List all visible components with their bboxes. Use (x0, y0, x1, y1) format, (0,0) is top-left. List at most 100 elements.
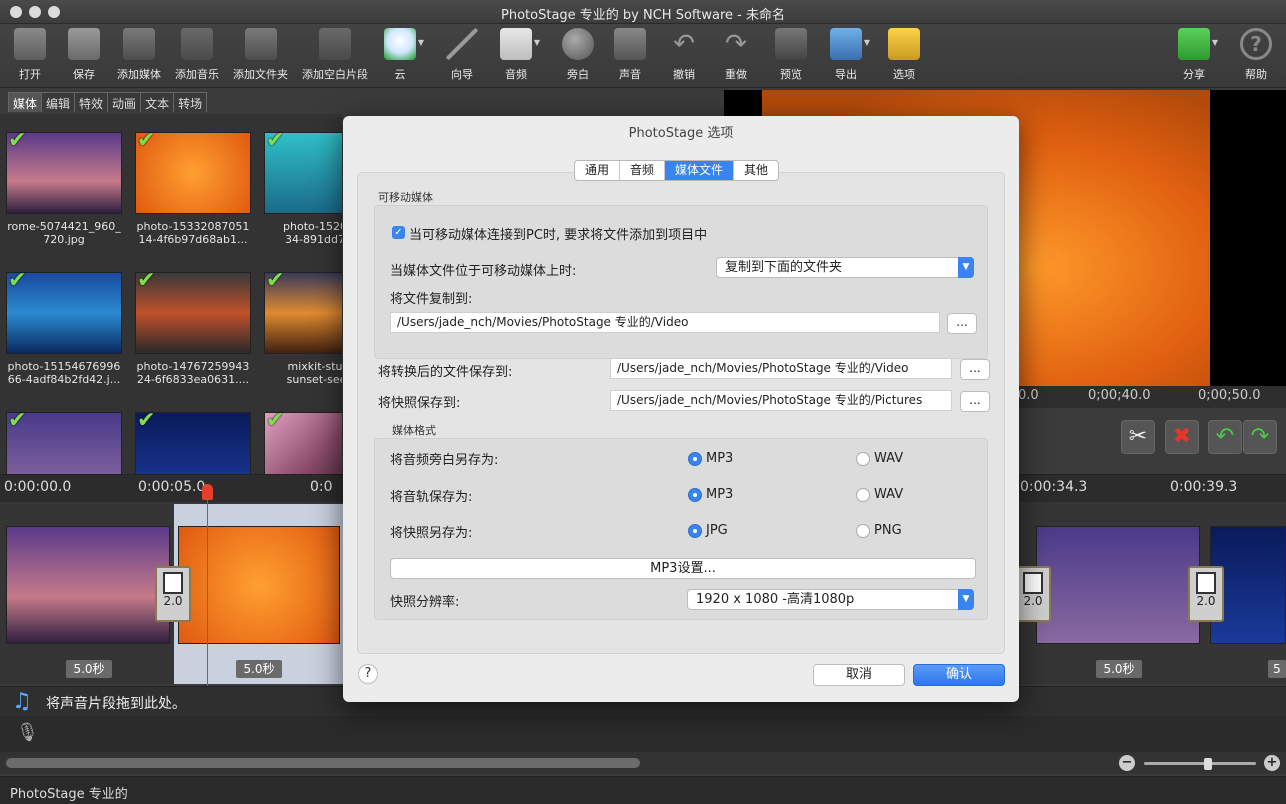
snapshot-path-field[interactable]: /Users/jade_nch/Movies/PhotoStage 专业的/Pi… (610, 390, 952, 411)
rotate-right-icon[interactable]: ↷ (1243, 420, 1277, 454)
tab-media-files[interactable]: 媒体文件 (665, 161, 735, 180)
options-dialog: PhotoStage 选项 可移动媒体 ✓ 当可移动媒体连接到PC时, 要求将文… (343, 116, 1019, 702)
browse-converted-button[interactable]: ... (960, 359, 990, 380)
preview-button[interactable]: 预览 (775, 28, 807, 82)
zoom-in-icon[interactable]: + (1264, 755, 1280, 771)
browse-snapshot-button[interactable]: ... (960, 391, 990, 412)
redo-button[interactable]: ↷ 重做 (720, 28, 752, 82)
snapshot-jpg-radio[interactable] (688, 524, 702, 538)
add-folder-button[interactable]: 添加文件夹 (233, 28, 288, 82)
media-item[interactable]: ✔ rome-5074421_960_ 720.jpg (6, 128, 122, 246)
transition-block[interactable]: 2.0 (1188, 566, 1224, 622)
check-icon: ✔ (266, 268, 285, 293)
media-item[interactable]: ✔ photo-152030 34-891dd7d2 (264, 128, 342, 246)
audio-icon (500, 28, 532, 60)
tab-media[interactable]: 媒体 (8, 92, 43, 112)
media-item[interactable]: ✔ (6, 408, 122, 474)
tab-edit[interactable]: 编辑 (41, 92, 76, 112)
chevron-down-icon: ▼ (1211, 38, 1218, 47)
check-icon: ✔ (137, 408, 156, 433)
check-icon: ✔ (266, 408, 285, 433)
dialog-title: PhotoStage 选项 (628, 126, 734, 141)
help-button[interactable]: ? 帮助 (1240, 28, 1272, 82)
scissors-icon[interactable]: ✂ (1121, 420, 1155, 454)
media-item[interactable]: ✔ mixkit-stunn sunset-seen- (264, 268, 342, 386)
narration-track[interactable]: 🎙 (0, 716, 1286, 752)
share-button[interactable]: ▼ 分享 (1178, 28, 1218, 82)
converted-path-field[interactable]: /Users/jade_nch/Movies/PhotoStage 专业的/Vi… (610, 358, 952, 379)
delete-icon[interactable]: ✖ (1165, 420, 1199, 454)
redo-icon: ↷ (725, 29, 747, 59)
zoom-slider-handle[interactable] (1204, 758, 1212, 770)
removable-action-select[interactable]: 复制到下面的文件夹 ▼ (716, 257, 974, 278)
preview-ruler: 0.0 0;00;40.0 0;00;50.0 (1018, 386, 1286, 408)
export-button[interactable]: ▼ 导出 (830, 28, 870, 82)
tab-text[interactable]: 文本 (140, 92, 175, 112)
playhead-handle[interactable] (202, 484, 213, 500)
ok-button[interactable]: 确认 (913, 664, 1005, 686)
zoom-slider[interactable] (1144, 762, 1256, 765)
tab-other[interactable]: 其他 (734, 161, 778, 180)
clip-duration: 5 (1268, 660, 1286, 678)
tab-general[interactable]: 通用 (575, 161, 621, 180)
media-item[interactable]: ✔ photo-15154676996 66-4adf84b2fd42.j... (6, 268, 122, 386)
open-button[interactable]: 打开 (14, 28, 46, 82)
undo-button[interactable]: ↶ 撤销 (668, 28, 700, 82)
timeline-clip[interactable] (1036, 526, 1200, 644)
tab-audio[interactable]: 音频 (620, 161, 666, 180)
track-mp3-radio[interactable] (688, 488, 702, 502)
clip-duration: 5.0秒 (1096, 660, 1142, 678)
add-blank-icon (319, 28, 351, 60)
sound-button[interactable]: 声音 (614, 28, 646, 82)
add-blank-button[interactable]: 添加空白片段 (302, 28, 368, 82)
tab-animation[interactable]: 动画 (107, 92, 142, 112)
media-item[interactable]: ✔ (264, 408, 342, 474)
zoom-out-icon[interactable]: − (1119, 755, 1135, 771)
mp3-settings-button[interactable]: MP3设置... (390, 558, 976, 579)
media-item[interactable]: ✔ photo-15332087051 14-4f6b97d68ab1... (135, 128, 251, 246)
scrollbar-thumb[interactable] (6, 758, 640, 768)
add-music-button[interactable]: 添加音乐 (175, 28, 219, 82)
chevron-down-icon: ▼ (533, 38, 540, 47)
audio-button[interactable]: ▼ 音频 (500, 28, 540, 82)
status-bar: PhotoStage 专业的 (0, 776, 1286, 804)
tab-transitions[interactable]: 转场 (173, 92, 208, 112)
chevron-down-icon: ▼ (958, 589, 974, 610)
transition-icon (1196, 572, 1216, 594)
narration-button[interactable]: 旁白 (562, 28, 594, 82)
narration-wav-radio[interactable] (856, 452, 870, 466)
snapshot-resolution-select[interactable]: 1920 x 1080 -高清1080p ▼ (687, 589, 974, 610)
options-button[interactable]: 选项 (888, 28, 920, 82)
snapshot-png-radio[interactable] (856, 524, 870, 538)
add-media-button[interactable]: 添加媒体 (117, 28, 161, 82)
copy-to-path-field[interactable]: /Users/jade_nch/Movies/PhotoStage 专业的/Vi… (390, 312, 940, 333)
save-icon (68, 28, 100, 60)
media-grid: ✔ rome-5074421_960_ 720.jpg ✔ photo-1533… (0, 114, 342, 474)
transition-block[interactable]: 2.0 (1015, 566, 1051, 622)
chevron-down-icon: ▼ (417, 38, 424, 47)
timeline-clip[interactable] (178, 526, 340, 644)
check-icon: ✔ (266, 128, 285, 153)
media-item[interactable]: ✔ photo-14767259943 24-6f6833ea0631.... (135, 268, 251, 386)
dialog-body: 可移动媒体 ✓ 当可移动媒体连接到PC时, 要求将文件添加到项目中 当媒体文件位… (357, 172, 1005, 654)
timeline-scrollbar[interactable] (0, 752, 1286, 774)
media-item[interactable]: ✔ (135, 408, 251, 474)
track-wav-radio[interactable] (856, 488, 870, 502)
cancel-button[interactable]: 取消 (813, 664, 905, 686)
cloud-button[interactable]: ▼ 云 (384, 28, 424, 82)
transition-block[interactable]: 2.0 (155, 566, 191, 622)
wizard-button[interactable]: 向导 (446, 28, 478, 82)
folder-open-icon (14, 28, 46, 60)
ask-add-checkbox[interactable]: ✓ (392, 226, 405, 239)
save-button[interactable]: 保存 (68, 28, 100, 82)
tab-effects[interactable]: 特效 (74, 92, 109, 112)
sound-icon (614, 28, 646, 60)
timeline-clip[interactable] (6, 526, 170, 644)
media-tabs: 媒体 编辑 特效 动画 文本 转场 (8, 92, 208, 114)
rotate-left-icon[interactable]: ↶ (1208, 420, 1242, 454)
browse-copy-to-button[interactable]: ... (947, 313, 977, 334)
narration-mp3-radio[interactable] (688, 452, 702, 466)
check-icon: ✔ (8, 408, 27, 433)
help-button[interactable]: ? (358, 664, 378, 684)
music-note-icon: ♫ (12, 689, 32, 714)
